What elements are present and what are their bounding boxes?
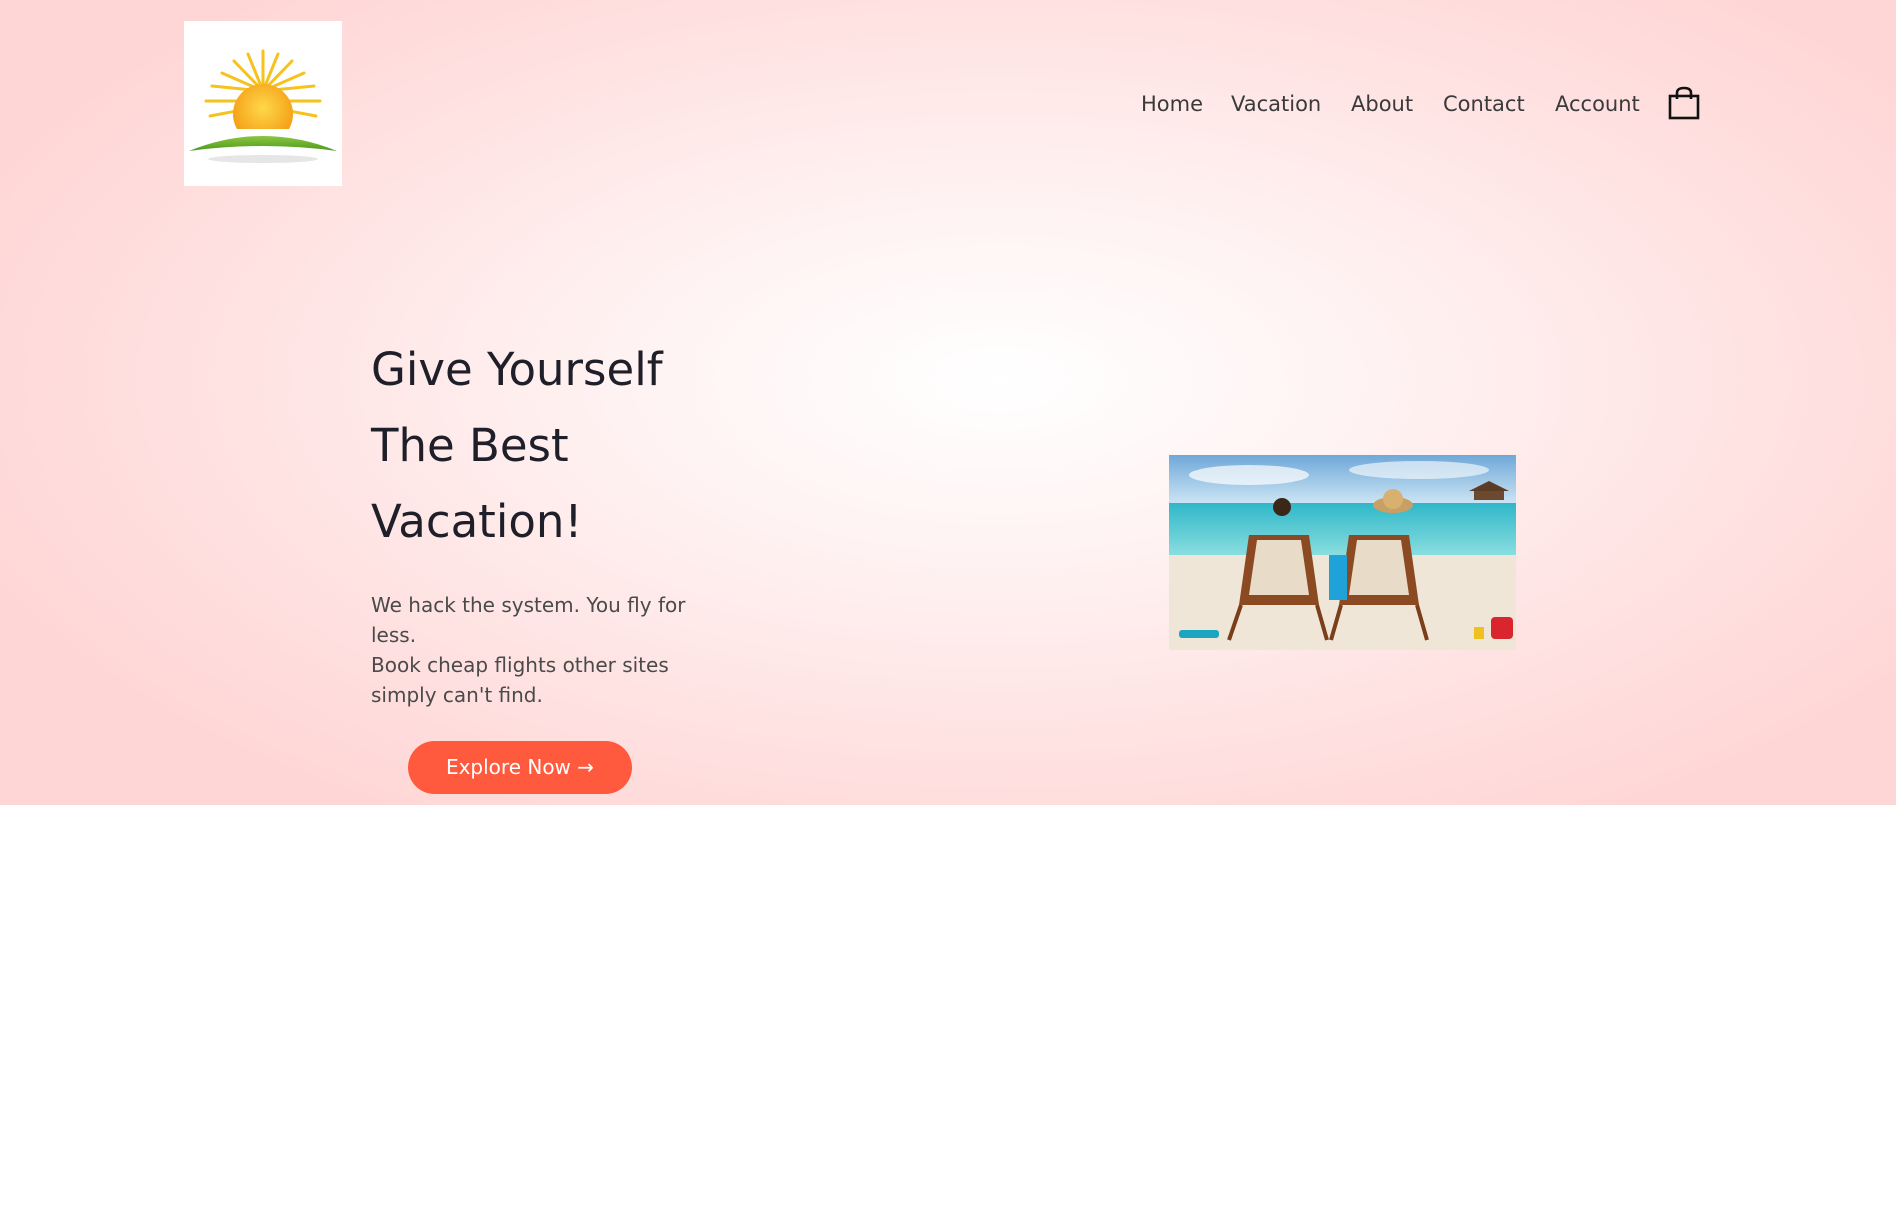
shopping-bag-icon[interactable] [1668, 86, 1700, 120]
headline-line: The Best [371, 419, 569, 472]
nav-account[interactable]: Account [1555, 88, 1640, 120]
subtext-line: We hack the system. You fly for [371, 593, 686, 617]
headline-line: Give Yourself [371, 343, 663, 396]
subtext-line: Book cheap flights other sites [371, 653, 669, 677]
nav-vacation[interactable]: Vacation [1231, 88, 1321, 120]
subtext-line: simply can't find. [371, 683, 543, 707]
nav-contact[interactable]: Contact [1443, 88, 1525, 120]
hero-section: Home Vacation About Contact Account Give… [0, 0, 1896, 805]
nav-about[interactable]: About [1351, 88, 1413, 120]
beach-loungers-photo [1169, 455, 1516, 650]
nav-home[interactable]: Home [1141, 88, 1203, 120]
headline-line: Vacation! [371, 495, 583, 548]
hero-headline: Give Yourself The Best Vacation! [371, 332, 771, 560]
subtext-line: less. [371, 623, 417, 647]
hero-subtext: We hack the system. You fly for less. Bo… [371, 590, 701, 710]
sun-icon [184, 49, 342, 186]
sunrise-logo[interactable] [184, 21, 342, 186]
explore-now-button[interactable]: Explore Now → [408, 741, 632, 794]
